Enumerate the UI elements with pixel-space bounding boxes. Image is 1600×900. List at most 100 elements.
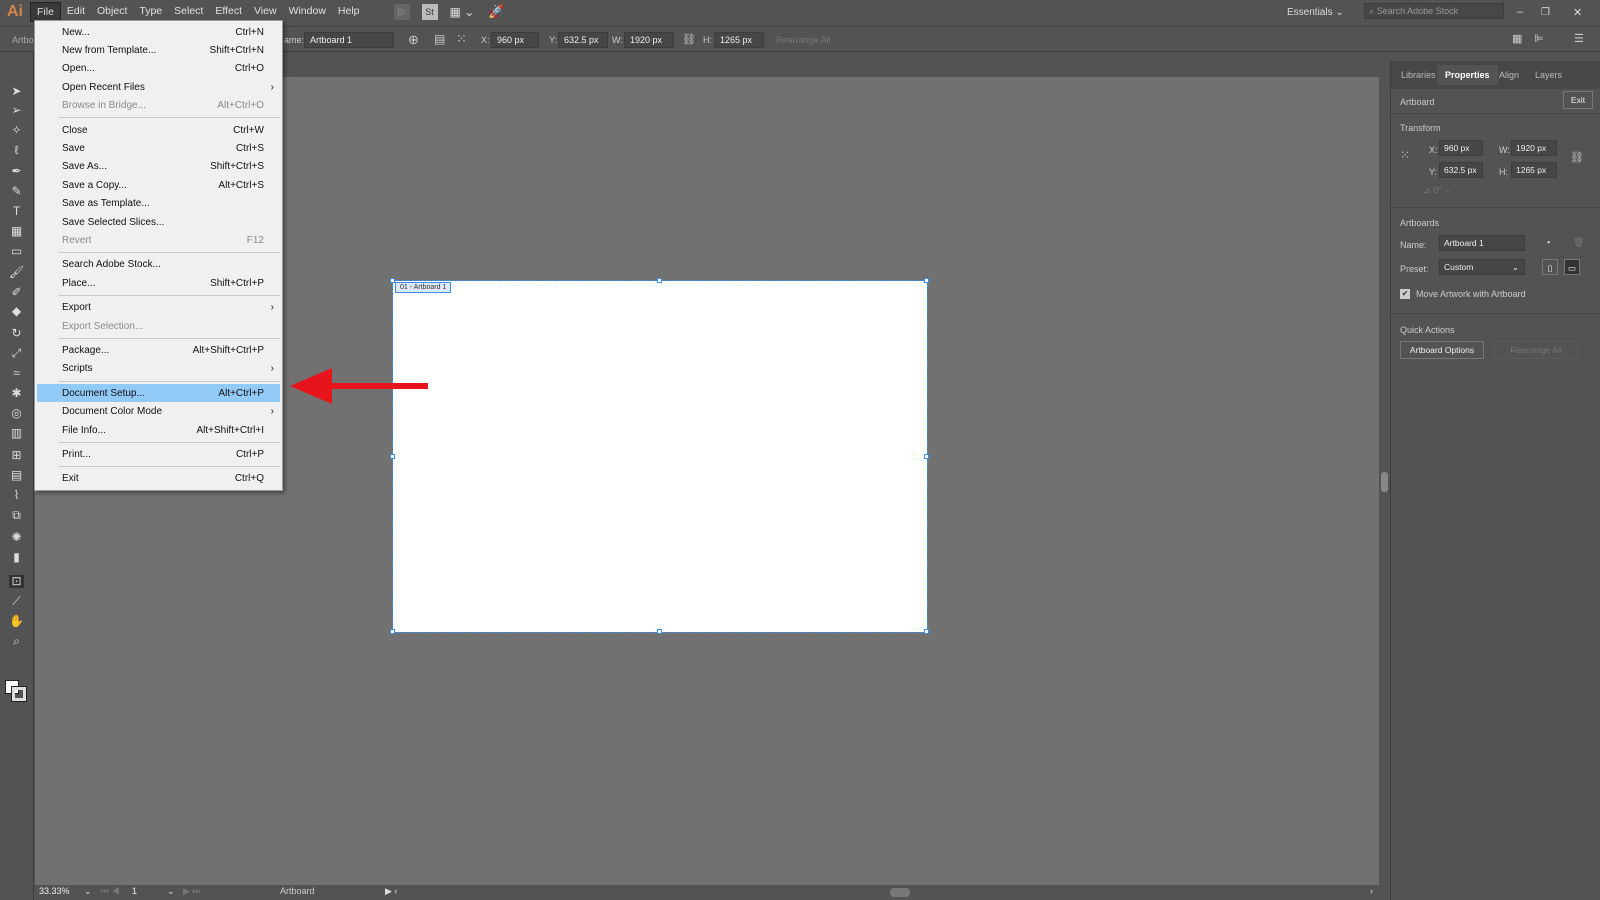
zoom-tool-icon[interactable]: ⌕ (9, 635, 24, 648)
tab-align[interactable]: Align (1491, 65, 1527, 85)
search-stock-input[interactable]: ⌕ Search Adobe Stock (1364, 3, 1504, 19)
mesh-tool-icon[interactable]: ⊞ (9, 449, 24, 462)
rotate-tool-icon[interactable]: ↻ (9, 327, 24, 340)
menu-item-close[interactable]: Close Ctrl+W (35, 121, 282, 139)
menu-item-save-a-copy[interactable]: Save a Copy... Alt+Ctrl+S (35, 176, 282, 194)
scroll-thumb[interactable] (1381, 472, 1388, 492)
artboard-options-button[interactable]: Artboard Options (1400, 341, 1484, 359)
constrain-link-icon[interactable]: ⛓ (682, 33, 696, 46)
menu-item-browse-in-bridge[interactable]: Browse in Bridge... Alt+Ctrl+O (35, 97, 282, 115)
menu-item-search-adobe-stock[interactable]: Search Adobe Stock... (35, 256, 282, 274)
type-tool-icon[interactable]: T (9, 205, 24, 218)
h-field[interactable]: 1265 px (714, 32, 764, 48)
menu-item-open[interactable]: Open... Ctrl+O (35, 60, 282, 78)
exit-button[interactable]: Exit (1563, 91, 1593, 109)
artboard-options-icon[interactable]: ▤ (434, 32, 445, 46)
selection-tool-icon[interactable]: ➤ (9, 85, 24, 98)
paintbrush-tool-icon[interactable]: 🖌 (9, 266, 24, 279)
w-field[interactable]: 1920 px (624, 32, 674, 48)
menu-select[interactable]: Select (168, 2, 209, 22)
menu-item-save-as[interactable]: Save As... Shift+Ctrl+S (35, 158, 282, 176)
artboard[interactable] (392, 280, 928, 633)
menu-type[interactable]: Type (133, 2, 168, 22)
fill-stroke-swatch[interactable] (5, 680, 27, 702)
next-last-artboard[interactable]: ▶ ⏭ (183, 886, 201, 897)
transform-h-field[interactable]: 1265 px (1511, 162, 1557, 178)
landscape-button[interactable]: ▭ (1564, 259, 1580, 275)
artboard-name-field[interactable]: Artboard 1 (304, 32, 394, 48)
menu-help[interactable]: Help (332, 2, 366, 22)
transform-x-field[interactable]: 960 px (1439, 140, 1483, 156)
shape-builder-tool-icon[interactable]: ◎ (9, 407, 24, 420)
y-field[interactable]: 632.5 px (558, 32, 608, 48)
artboard-resize-handle[interactable] (924, 629, 929, 634)
menu-object[interactable]: Object (91, 2, 133, 22)
status-menu-arrow[interactable]: ▶ ‹ (385, 886, 397, 897)
tab-libraries[interactable]: Libraries (1393, 65, 1444, 85)
tab-layers[interactable]: Layers (1527, 65, 1570, 85)
close-button[interactable]: ✕ (1573, 6, 1582, 19)
arrange-documents-icon[interactable]: ▦ ⌄ (450, 5, 475, 19)
move-artwork-checkbox[interactable]: ✔ Move Artwork with Artboard (1400, 289, 1526, 299)
eraser-tool-icon[interactable]: ◆ (9, 305, 24, 318)
magic-wand-tool-icon[interactable]: ✧ (9, 124, 24, 137)
menu-effect[interactable]: Effect (209, 2, 248, 22)
panel-grid-icon[interactable]: ▦ (1512, 32, 1522, 45)
menu-item-revert[interactable]: Revert F12 (35, 231, 282, 249)
align-icon[interactable]: ⊫ (1534, 32, 1544, 45)
menu-edit[interactable]: Edit (61, 2, 91, 22)
slice-tool-icon[interactable]: ⟋ (9, 595, 24, 608)
status-mode[interactable]: Artboard (280, 886, 315, 896)
menu-item-package[interactable]: Package... Alt+Shift+Ctrl+P (35, 341, 282, 359)
shaper-tool-icon[interactable]: ✐ (9, 286, 24, 299)
pen-tool-icon[interactable]: ✒ (9, 165, 24, 178)
artboard-resize-handle[interactable] (924, 278, 929, 283)
menu-item-file-info[interactable]: File Info... Alt+Shift+Ctrl+I (35, 421, 282, 439)
zoom-level[interactable]: 33.33% (39, 886, 79, 896)
panel-menu-icon[interactable]: ☰ (1574, 32, 1584, 45)
artboard-resize-handle[interactable] (657, 278, 662, 283)
menu-window[interactable]: Window (283, 2, 332, 22)
menu-item-place[interactable]: Place... Shift+Ctrl+P (35, 274, 282, 292)
menu-item-new[interactable]: New... Ctrl+N (35, 23, 282, 41)
artboard-resize-handle[interactable] (924, 453, 929, 459)
stock-button[interactable]: St (421, 4, 438, 20)
artboard-resize-handle[interactable] (657, 629, 662, 634)
rectangle-tool-icon[interactable]: ▭ (9, 245, 24, 258)
artboard-number[interactable]: 1 (132, 886, 137, 896)
scale-tool-icon[interactable]: ⤢ (9, 347, 24, 360)
artboard-dropdown-icon[interactable]: ⌄ (167, 886, 175, 897)
portrait-button[interactable]: ▯ (1542, 259, 1558, 275)
menu-item-document-setup[interactable]: Document Setup... Alt+Ctrl+P (37, 384, 280, 403)
menu-item-new-from-template[interactable]: New from Template... Shift+Ctrl+N (35, 41, 282, 59)
direct-selection-tool-icon[interactable]: ➢ (9, 104, 24, 117)
perspective-tool-icon[interactable]: ▥ (9, 427, 24, 440)
preset-select[interactable]: Custom ⌄ (1439, 259, 1525, 275)
symbol-sprayer-tool-icon[interactable]: ✺ (9, 531, 24, 544)
restore-button[interactable]: ❐ (1541, 7, 1550, 18)
menu-item-save[interactable]: Save Ctrl+S (35, 139, 282, 157)
graph-tool-icon[interactable]: ▮ (9, 551, 24, 564)
transform-y-field[interactable]: 632.5 px (1439, 162, 1483, 178)
artboard-resize-handle[interactable] (390, 453, 395, 459)
gpu-rocket-icon[interactable]: 🚀 (488, 4, 504, 20)
rearrange-all-button[interactable]: Rearrange All (776, 35, 831, 45)
menu-item-open-recent-files[interactable]: Open Recent Files › (35, 78, 282, 96)
blend-tool-icon[interactable]: ⧉ (9, 509, 24, 522)
artboard-label[interactable]: 01 - Artboard 1 (395, 282, 452, 293)
menu-file[interactable]: File (30, 2, 61, 22)
zoom-dropdown-icon[interactable]: ⌄ (84, 886, 92, 897)
scroll-right-arrow[interactable]: › (1370, 886, 1373, 896)
artboard-resize-handle[interactable] (390, 629, 395, 634)
reference-point-icon[interactable]: ⁙ (456, 31, 467, 47)
move-artwork-icon[interactable]: ⊕ (408, 32, 419, 48)
horizontal-scroll-thumb[interactable] (890, 888, 910, 897)
x-field[interactable]: 960 px (491, 32, 539, 48)
constrain-icon[interactable]: ⛓ (1570, 151, 1584, 164)
grid-tool-icon[interactable]: ▦ (9, 225, 24, 238)
menu-view[interactable]: View (248, 2, 283, 22)
rearrange-all-button[interactable]: Rearrange All (1494, 341, 1578, 359)
delete-artboard-icon[interactable]: 🗑 (1573, 237, 1584, 248)
new-artboard-icon[interactable]: ▪ (1547, 237, 1550, 247)
first-prev-artboard[interactable]: ⏮ ◀ (101, 886, 120, 897)
